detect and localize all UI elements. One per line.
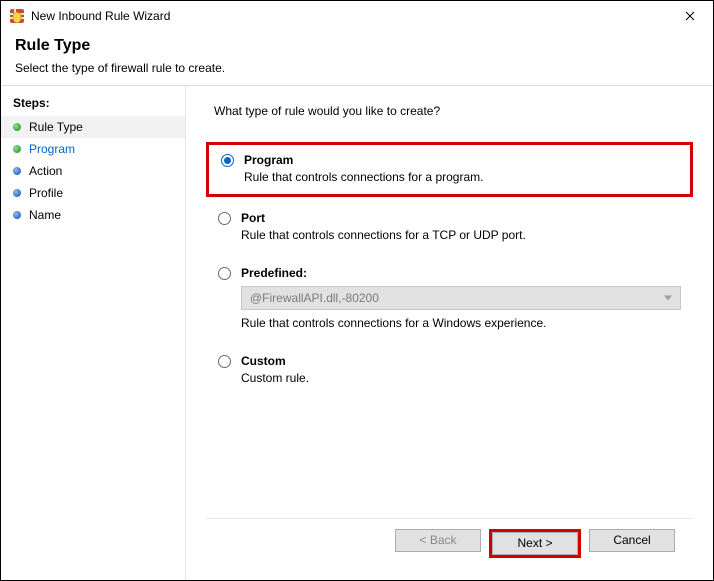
cancel-button[interactable]: Cancel (589, 529, 675, 552)
step-label: Action (29, 164, 62, 178)
back-button: < Back (395, 529, 481, 552)
option-predefined[interactable]: Predefined: @FirewallAPI.dll,-80200 Rule… (206, 258, 693, 340)
bullet-icon (13, 189, 21, 197)
bullet-icon (13, 211, 21, 219)
option-desc: Rule that controls connections for a TCP… (241, 228, 526, 242)
wizard-header: Rule Type Select the type of firewall ru… (1, 31, 713, 85)
option-title: Port (241, 211, 526, 225)
option-custom[interactable]: Custom Custom rule. (206, 346, 693, 395)
wizard-footer: < Back Next > Cancel (206, 518, 693, 572)
bullet-icon (13, 167, 21, 175)
next-button[interactable]: Next > (492, 532, 578, 555)
option-port[interactable]: Port Rule that controls connections for … (206, 203, 693, 252)
page-subtitle: Select the type of firewall rule to crea… (15, 61, 699, 75)
option-title: Program (244, 153, 483, 167)
window-title: New Inbound Rule Wizard (31, 9, 669, 23)
radio-predefined[interactable] (218, 267, 231, 280)
step-label: Profile (29, 186, 63, 200)
option-desc: Rule that controls connections for a pro… (244, 170, 483, 184)
steps-sidebar: Steps: Rule Type Program Action Profile … (1, 86, 186, 580)
step-action[interactable]: Action (1, 160, 185, 182)
step-program[interactable]: Program (1, 138, 185, 160)
close-button[interactable] (669, 2, 711, 30)
radio-port[interactable] (218, 212, 231, 225)
next-button-highlight: Next > (489, 529, 581, 558)
main-pane: What type of rule would you like to crea… (186, 86, 713, 580)
option-title: Custom (241, 354, 309, 368)
option-desc: Rule that controls connections for a Win… (241, 316, 681, 330)
radio-program[interactable] (221, 154, 234, 167)
radio-custom[interactable] (218, 355, 231, 368)
option-program[interactable]: Program Rule that controls connections f… (206, 142, 693, 197)
step-label: Rule Type (29, 120, 83, 134)
step-name[interactable]: Name (1, 204, 185, 226)
bullet-icon (13, 123, 21, 131)
rule-type-prompt: What type of rule would you like to crea… (214, 104, 693, 118)
option-desc: Custom rule. (241, 371, 309, 385)
step-label: Program (29, 142, 75, 156)
predefined-select: @FirewallAPI.dll,-80200 (241, 286, 681, 310)
bullet-icon (13, 145, 21, 153)
step-profile[interactable]: Profile (1, 182, 185, 204)
firewall-icon (9, 8, 25, 24)
step-label: Name (29, 208, 61, 222)
option-title: Predefined: (241, 266, 681, 280)
step-rule-type[interactable]: Rule Type (1, 116, 185, 138)
rule-type-options: Program Rule that controls connections f… (206, 142, 693, 518)
content-area: Steps: Rule Type Program Action Profile … (1, 86, 713, 580)
title-bar: New Inbound Rule Wizard (1, 1, 713, 31)
page-title: Rule Type (15, 37, 699, 55)
steps-header: Steps: (1, 94, 185, 116)
